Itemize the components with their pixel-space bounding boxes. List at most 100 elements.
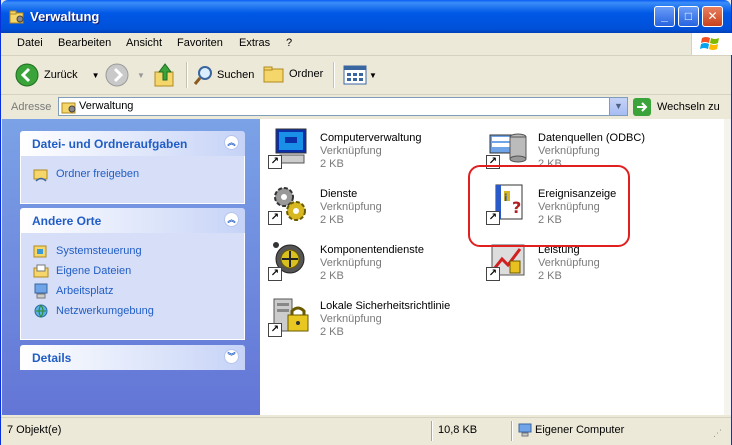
resize-grip-icon[interactable]: ⋰: [713, 428, 722, 439]
panel-title: Andere Orte: [32, 214, 102, 228]
file-type: Verknüpfung: [538, 257, 600, 269]
file-name: Lokale Sicherheitsrichtlinie: [320, 300, 451, 312]
back-label: Zurück: [44, 69, 78, 81]
window-title: Verwaltung: [30, 9, 100, 24]
menu-bearbeiten[interactable]: Bearbeiten: [58, 37, 111, 49]
status-bar: 7 Objekt(e) 10,8 KB Eigener Computer ⋰: [1, 417, 731, 445]
shortcut-arrow-icon: ↗: [486, 267, 500, 281]
view-button[interactable]: ▼: [343, 65, 377, 85]
file-name: Komponentendienste: [320, 244, 424, 256]
windows-logo: [691, 33, 732, 55]
place-label: Systemsteuerung: [56, 245, 142, 257]
highlight-annotation: [468, 165, 630, 247]
share-folder-icon: [33, 169, 48, 182]
task-pane: Datei- und Ordneraufgaben ︽ Ordner freig…: [2, 119, 260, 415]
details-header[interactable]: Details ︾: [20, 345, 245, 370]
up-folder-button[interactable]: [153, 62, 177, 88]
file-size: 2 KB: [320, 158, 344, 170]
maximize-button[interactable]: □: [678, 6, 699, 27]
file-item-lokale-sicherheitsrichtlinie[interactable]: ↗ Lokale Sicherheitsrichtlinie Verknüpfu…: [264, 291, 474, 343]
file-tasks-header[interactable]: Datei- und Ordneraufgaben ︽: [20, 131, 245, 156]
folder-tools-icon: [9, 10, 24, 24]
file-name: Computerverwaltung: [320, 132, 422, 144]
menu-favoriten[interactable]: Favoriten: [177, 37, 223, 49]
other-places-header[interactable]: Andere Orte ︽: [20, 208, 245, 233]
network-globe-icon: [34, 304, 48, 318]
file-size: 2 KB: [320, 326, 344, 338]
folder-tools-icon: [61, 102, 76, 114]
folders-label: Ordner: [289, 68, 324, 80]
place-label: Arbeitsplatz: [56, 285, 114, 297]
place-control-panel[interactable]: Systemsteuerung: [33, 241, 244, 261]
details-panel: Details ︾: [20, 345, 245, 370]
view-dropdown-icon[interactable]: ▼: [369, 71, 377, 80]
computer-zone-icon: [518, 423, 532, 437]
folders-button[interactable]: Ordner: [263, 64, 323, 84]
search-label: Suchen: [217, 69, 255, 81]
place-my-computer[interactable]: Arbeitsplatz: [33, 281, 244, 301]
place-label: Eigene Dateien: [56, 265, 132, 277]
menu-bar: Datei Bearbeiten Ansicht Favoriten Extra…: [1, 33, 731, 56]
panel-title: Details: [32, 351, 72, 365]
place-label: Netzwerkumgebung: [56, 305, 154, 317]
file-size: 2 KB: [320, 214, 344, 226]
address-input[interactable]: Verwaltung ▼: [58, 97, 628, 116]
close-button[interactable]: ✕: [702, 6, 723, 27]
file-item-computerverwaltung[interactable]: ↗ Computerverwaltung Verknüpfung 2 KB: [264, 123, 474, 175]
address-bar: Adresse Verwaltung ▼ Wechseln zu: [1, 95, 731, 119]
shortcut-arrow-icon: ↗: [268, 155, 282, 169]
forward-dropdown-icon[interactable]: ▼: [137, 71, 145, 80]
file-name: Dienste: [320, 188, 358, 200]
view-grid-icon: [343, 65, 367, 85]
collapse-chevron-icon[interactable]: ︽: [224, 135, 239, 150]
address-label: Adresse: [11, 101, 52, 113]
shortcut-arrow-icon: ↗: [268, 267, 282, 281]
place-network[interactable]: Netzwerkumgebung: [33, 301, 244, 321]
file-item-komponentendienste[interactable]: ↗ Komponentendienste Verknüpfung 2 KB: [264, 235, 474, 287]
explorer-window: Verwaltung _ □ ✕ Datei Bearbeiten Ansich…: [0, 0, 732, 445]
file-type: Verknüpfung: [320, 313, 382, 325]
minimize-button[interactable]: _: [654, 6, 675, 27]
address-dropdown-icon[interactable]: ▼: [609, 98, 627, 115]
file-tasks-panel: Datei- und Ordneraufgaben ︽ Ordner freig…: [20, 131, 245, 204]
menu-help[interactable]: ?: [286, 37, 292, 49]
file-name: Datenquellen (ODBC): [538, 132, 645, 144]
windows-flag-icon: [700, 37, 719, 50]
back-button[interactable]: Zurück ▼: [15, 63, 100, 87]
file-item-dienste[interactable]: ↗ Dienste Verknüpfung 2 KB: [264, 179, 474, 231]
search-icon: [193, 66, 212, 85]
status-size: 10,8 KB: [438, 424, 478, 436]
expand-chevron-icon[interactable]: ︾: [224, 349, 239, 364]
vertical-scrollbar[interactable]: [724, 119, 731, 415]
go-arrow-icon: [633, 98, 651, 116]
title-bar[interactable]: Verwaltung _ □ ✕: [1, 0, 731, 33]
up-folder-icon: [154, 63, 174, 87]
folder-icon: [263, 66, 284, 83]
toolbar: Zurück ▼ ▼ Suchen Ordner ▼: [1, 56, 731, 95]
my-documents-icon: [33, 264, 49, 278]
shortcut-arrow-icon: ↗: [268, 323, 282, 337]
status-object-count: 7 Objekt(e): [7, 424, 62, 436]
file-type: Verknüpfung: [320, 257, 382, 269]
menu-datei[interactable]: Datei: [17, 37, 43, 49]
menu-extras[interactable]: Extras: [239, 37, 270, 49]
other-places-panel: Andere Orte ︽ Systemsteuerung Eigene Dat…: [20, 208, 245, 340]
back-dropdown-icon[interactable]: ▼: [92, 71, 100, 80]
status-zone: Eigener Computer: [535, 424, 625, 436]
file-list: ↗ Computerverwaltung Verknüpfung 2 KB ↗ …: [260, 119, 724, 415]
address-value: Verwaltung: [79, 100, 134, 112]
file-type: Verknüpfung: [320, 201, 382, 213]
file-size: 2 KB: [538, 270, 562, 282]
forward-arrow-icon: [105, 63, 129, 87]
menu-ansicht[interactable]: Ansicht: [126, 37, 162, 49]
file-type: Verknüpfung: [320, 145, 382, 157]
place-my-documents[interactable]: Eigene Dateien: [33, 261, 244, 281]
file-size: 2 KB: [320, 270, 344, 282]
go-button[interactable]: Wechseln zu: [633, 98, 720, 116]
task-label: Ordner freigeben: [56, 168, 140, 180]
collapse-chevron-icon[interactable]: ︽: [224, 212, 239, 227]
control-panel-icon: [33, 245, 47, 258]
task-share-folder[interactable]: Ordner freigeben: [33, 164, 244, 184]
search-button[interactable]: Suchen: [193, 64, 254, 86]
forward-button[interactable]: ▼: [105, 63, 145, 87]
